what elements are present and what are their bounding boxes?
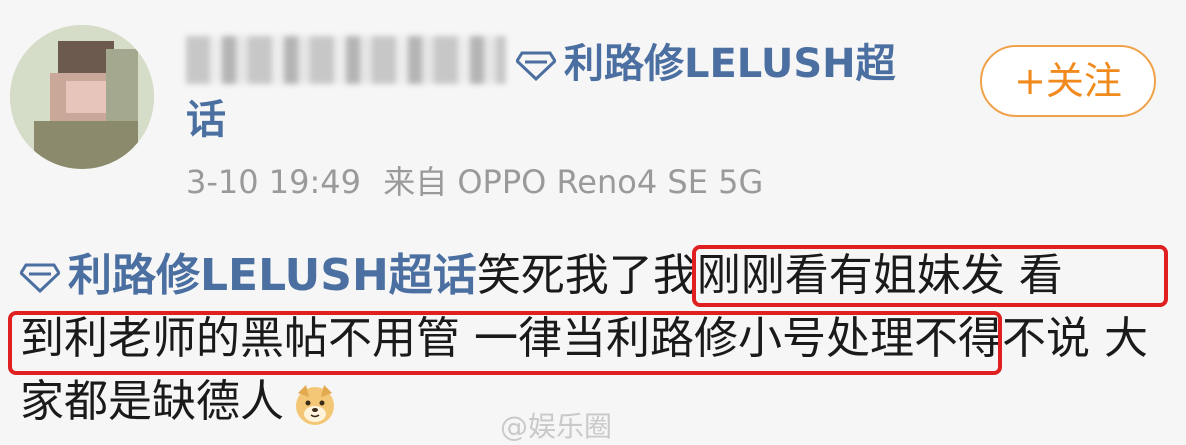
topic-tag-link[interactable]: 利路修LELUSH超话 xyxy=(20,250,477,301)
post-source: 来自 OPPO Reno4 SE 5G xyxy=(383,163,764,201)
post-text-before: 笑死我了 xyxy=(476,250,653,301)
topic-tag-text: 利路修LELUSH超话 xyxy=(68,250,477,301)
avatar[interactable] xyxy=(10,25,154,169)
doge-emoji-icon xyxy=(296,385,334,425)
post-meta: 3-10 19:49 来自 OPPO Reno4 SE 5G xyxy=(186,162,763,202)
follow-button[interactable]: +关注 xyxy=(980,45,1156,117)
super-topic-text-cont: 话 xyxy=(186,97,226,143)
watermark: @娱乐圈 xyxy=(500,410,613,443)
diamond-icon xyxy=(516,51,556,81)
highlighted-text-1: 我刚刚看有姐妹发 看 xyxy=(652,250,1063,301)
super-topic-link[interactable]: 利路修LELUSH超 话 xyxy=(186,36,946,148)
super-topic-text: 利路修LELUSH超 xyxy=(564,41,896,87)
highlighted-text-2: 到利老师的黑帖不用管 一律当利路修小号处理 xyxy=(20,313,914,364)
post-timestamp: 3-10 19:49 xyxy=(186,163,362,201)
diamond-icon xyxy=(20,263,60,293)
